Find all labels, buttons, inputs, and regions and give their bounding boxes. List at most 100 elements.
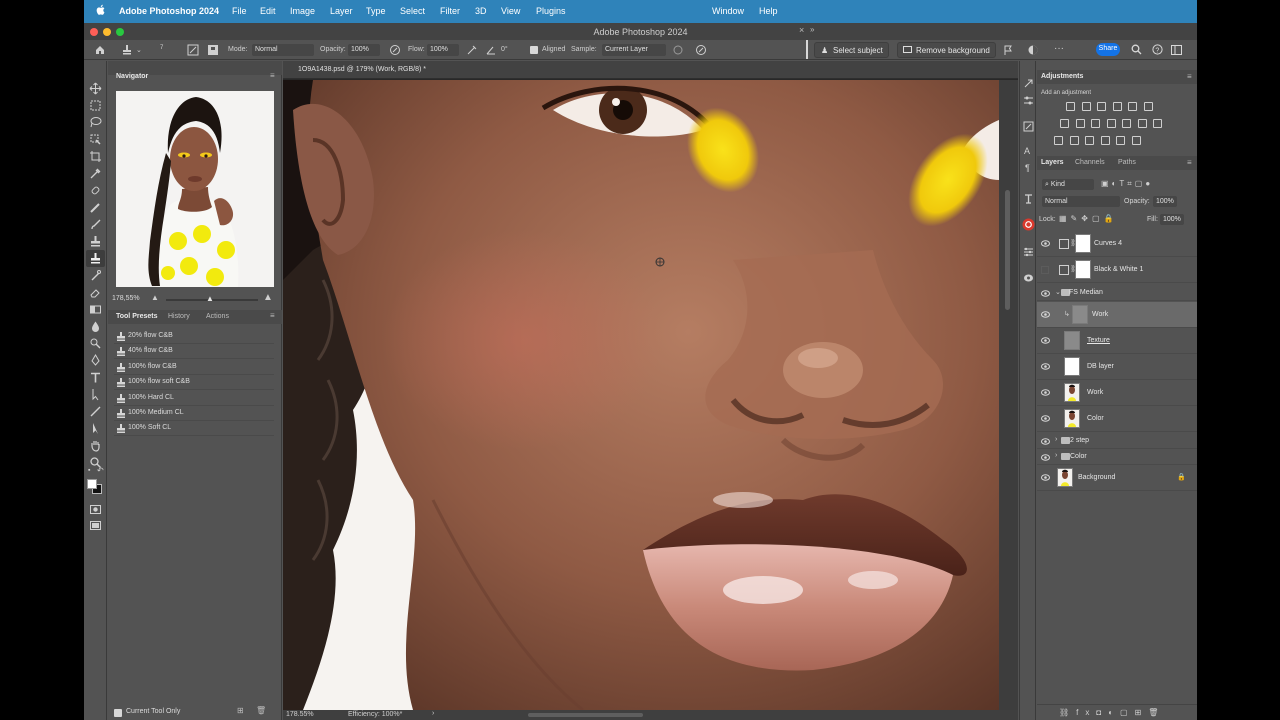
layer-mask-thumbnail[interactable]: [1075, 234, 1091, 253]
navigator-tab[interactable]: Navigator: [116, 73, 148, 80]
menu-view[interactable]: View: [501, 6, 520, 16]
screen-mode-icon[interactable]: [89, 519, 102, 532]
tab-channels[interactable]: Channels: [1075, 159, 1105, 166]
dodge-tool-icon[interactable]: [89, 337, 102, 350]
adjustment-preset-icon[interactable]: [1116, 136, 1125, 145]
pressure-size-icon[interactable]: [695, 44, 707, 56]
search-icon[interactable]: [1131, 44, 1142, 55]
clone-stamp-tool-icon[interactable]: [121, 44, 133, 56]
adjustment-preset-icon[interactable]: [1091, 119, 1100, 128]
glyphs-icon[interactable]: [1023, 193, 1034, 204]
object-selection-tool-icon[interactable]: [89, 133, 102, 146]
visibility-eye-icon[interactable]: [1041, 363, 1050, 370]
menu-select[interactable]: Select: [400, 6, 425, 16]
visibility-eye-icon[interactable]: [1041, 454, 1050, 461]
eraser-tool-icon[interactable]: [89, 286, 102, 299]
layer-row[interactable]: DB layer: [1037, 354, 1197, 380]
move-tool-icon[interactable]: [89, 82, 102, 95]
libraries-icon[interactable]: [1023, 78, 1034, 89]
eyedropper-tool-icon[interactable]: [89, 167, 102, 180]
tab-actions[interactable]: Actions: [206, 313, 229, 320]
adjustment-preset-icon[interactable]: [1069, 136, 1079, 145]
status-zoom[interactable]: 178.55%: [286, 711, 314, 718]
pen-tool-icon[interactable]: [89, 354, 102, 367]
adjustment-preset-icon[interactable]: [1128, 102, 1137, 111]
menu-plugins[interactable]: Plugins: [536, 6, 566, 16]
brush-settings-panel-icon[interactable]: [1023, 121, 1034, 132]
status-expand-icon[interactable]: ›: [432, 710, 434, 717]
layer-row[interactable]: ⛓Curves 4: [1037, 231, 1197, 257]
navigator-zoom-value[interactable]: 178,55%: [112, 295, 140, 302]
layer-mask-thumbnail[interactable]: [1075, 260, 1091, 279]
visibility-eye-icon[interactable]: [1041, 290, 1050, 297]
visibility-eye-icon[interactable]: [1041, 438, 1050, 445]
visibility-eye-icon[interactable]: [1041, 240, 1050, 247]
visibility-eye-icon[interactable]: [1041, 337, 1050, 344]
chevron-down-icon[interactable]: ⌄: [1055, 288, 1061, 296]
layer-filter-icons[interactable]: ▣◐T⌗▢●: [1101, 179, 1191, 189]
menu-file[interactable]: File: [232, 6, 247, 16]
zoom-out-icon[interactable]: ▲: [151, 293, 159, 302]
gradient-tool-icon[interactable]: [89, 303, 102, 316]
tab-paths[interactable]: Paths: [1118, 159, 1136, 166]
document-tab[interactable]: 1O9A1438.psd @ 179% (Work, RGB/8) *: [283, 61, 1018, 79]
tool-preset-item[interactable]: 100% Soft CL: [114, 421, 274, 437]
adjustment-preset-icon[interactable]: [1100, 136, 1110, 145]
angle-icon[interactable]: [485, 44, 497, 56]
tab-history[interactable]: History: [168, 313, 190, 320]
close-panel-icon[interactable]: ×: [799, 25, 804, 35]
crop-tool-icon[interactable]: [89, 150, 102, 163]
layer-row[interactable]: Texture: [1037, 328, 1197, 354]
brush-settings-icon[interactable]: [187, 44, 199, 56]
layer-row[interactable]: Background 🔒: [1037, 465, 1197, 491]
history-brush-tool-icon[interactable]: [89, 269, 102, 282]
brush-size-value[interactable]: 7: [160, 45, 163, 51]
app-menu[interactable]: Adobe Photoshop 2024: [119, 6, 219, 16]
tab-layers[interactable]: Layers: [1041, 159, 1064, 166]
workspace-icon[interactable]: [1171, 45, 1182, 55]
layer-row[interactable]: ⌄ FS Median: [1037, 285, 1197, 301]
properties-icon[interactable]: [1023, 95, 1034, 106]
clone-source-icon[interactable]: [207, 44, 219, 56]
tool-preset-chevron-icon[interactable]: ⌄: [136, 46, 142, 54]
swap-colors-icon[interactable]: ↶: [97, 466, 104, 475]
visibility-eye-icon[interactable]: [1041, 311, 1050, 318]
marquee-tool-icon[interactable]: [89, 99, 102, 112]
collapse-icon[interactable]: »: [810, 25, 814, 34]
horizontal-scroll-thumb[interactable]: [528, 713, 643, 717]
layer-thumbnail[interactable]: [1064, 409, 1080, 428]
navigator-thumbnail[interactable]: [116, 91, 274, 287]
menu-window[interactable]: Window: [712, 6, 744, 16]
opacity-input[interactable]: 100%: [348, 44, 380, 56]
layer-thumbnail[interactable]: [1057, 468, 1073, 487]
blend-mode-select[interactable]: Normal: [1042, 196, 1120, 207]
plugin-cloud-icon[interactable]: [1023, 272, 1034, 283]
adjustment-preset-icon[interactable]: [1137, 119, 1147, 128]
adjustment-preset-icon[interactable]: [1112, 102, 1122, 111]
ignore-adjustment-layers-icon[interactable]: [672, 44, 684, 56]
home-icon[interactable]: [94, 44, 106, 56]
visibility-eye-icon[interactable]: [1041, 474, 1050, 481]
healing-brush-tool-icon[interactable]: [89, 201, 102, 214]
current-tool-only-checkbox[interactable]: [114, 709, 122, 717]
delete-preset-icon[interactable]: 🗑: [256, 706, 266, 715]
layer-row[interactable]: ⛓Black & White 1: [1037, 257, 1197, 283]
angle-value[interactable]: 0°: [501, 46, 508, 53]
lock-icons[interactable]: ▦✎✥▢🔒: [1059, 214, 1117, 223]
layer-row[interactable]: › Color: [1037, 449, 1197, 465]
lasso-tool-icon[interactable]: [89, 116, 102, 129]
flag-icon[interactable]: [1002, 44, 1014, 56]
clone-stamp-tool-icon[interactable]: [89, 235, 102, 248]
visibility-eye-icon[interactable]: [1041, 415, 1050, 422]
brush-tool-icon[interactable]: [89, 218, 102, 231]
hand-tool-icon[interactable]: [89, 439, 102, 452]
visibility-toggle-empty[interactable]: [1041, 266, 1049, 274]
menu-type[interactable]: Type: [366, 6, 386, 16]
paragraph-icon[interactable]: ¶: [1025, 163, 1030, 173]
vertical-scroll-thumb[interactable]: [1005, 190, 1010, 310]
menu-filter[interactable]: Filter: [440, 6, 460, 16]
line-tool-icon[interactable]: [89, 405, 102, 418]
layer-opacity-input[interactable]: 100%: [1153, 196, 1177, 207]
share-button[interactable]: Share: [1096, 43, 1120, 56]
chevron-right-icon[interactable]: ›: [1055, 452, 1057, 459]
